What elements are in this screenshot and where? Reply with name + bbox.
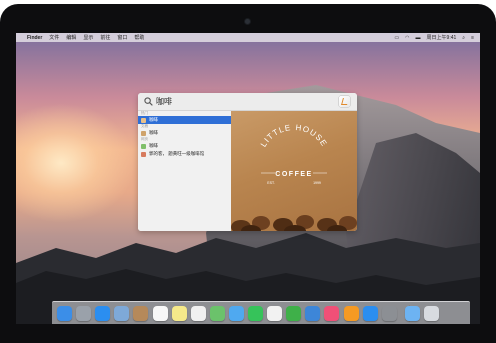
logo-line-2: COFFEE <box>275 171 312 178</box>
ibooks-icon[interactable] <box>343 306 359 321</box>
spotlight-preview-pane: LITTLE HOUSE COFFEE EST. 1999 <box>231 111 357 231</box>
logo-line-1: LITTLE HOUSE <box>259 123 328 149</box>
menu-app-name[interactable]: Finder <box>27 35 42 41</box>
result-label: 咖啡 <box>149 130 158 135</box>
reminders-icon[interactable] <box>190 306 206 321</box>
spotlight-search-input[interactable] <box>156 97 316 106</box>
mail-icon[interactable] <box>114 306 130 321</box>
notification-center-icon[interactable]: ≡ <box>471 35 474 41</box>
pages-app-icon <box>339 96 350 107</box>
facetime-icon[interactable] <box>248 306 263 321</box>
keynote-icon[interactable] <box>305 306 321 321</box>
notes-icon[interactable] <box>171 306 187 321</box>
result-row-selected[interactable]: 咖啡 <box>138 116 231 124</box>
macbook-frame: Finder 文件 编辑 显示 前往 窗口 帮助 ▭ ◠ ▬ 周日上午9:41 … <box>0 4 496 343</box>
coffee-beans-image <box>231 215 357 231</box>
globe-icon <box>141 143 146 149</box>
photos-icon[interactable] <box>267 306 283 321</box>
macbook-bottom-bezel <box>0 324 496 343</box>
menubar-clock[interactable]: 周日上午9:41 <box>427 34 457 41</box>
document-icon <box>141 117 146 123</box>
spotlight-window: 热门 咖啡 文稿 咖啡 网页 咖啡 郭的客， 题黄旺一级咖啡馆 <box>138 93 357 231</box>
menu-help[interactable]: 帮助 <box>134 34 144 41</box>
maps-icon[interactable] <box>209 306 225 321</box>
document-icon <box>141 130 146 136</box>
svg-text:LITTLE HOUSE: LITTLE HOUSE <box>259 123 329 149</box>
launchpad-icon[interactable] <box>76 306 92 321</box>
dock <box>52 301 470 324</box>
menu-go[interactable]: 前往 <box>100 34 110 41</box>
desktop-screen: Finder 文件 编辑 显示 前往 窗口 帮助 ▭ ◠ ▬ 周日上午9:41 … <box>16 33 480 324</box>
calendar-icon[interactable] <box>152 306 168 321</box>
spotlight-results-list: 热门 咖啡 文稿 咖啡 网页 咖啡 郭的客， 题黄旺一级咖啡馆 <box>138 111 231 231</box>
battery-icon[interactable]: ▬ <box>416 35 421 41</box>
contacts-icon[interactable] <box>133 306 149 321</box>
system-preferences-icon[interactable] <box>381 306 397 321</box>
menu-view[interactable]: 显示 <box>83 34 93 41</box>
map-pin-icon <box>141 151 146 157</box>
result-row[interactable]: 咖啡 <box>138 129 231 137</box>
menu-window[interactable]: 窗口 <box>117 34 127 41</box>
menu-edit[interactable]: 编辑 <box>66 34 76 41</box>
search-icon <box>144 97 153 106</box>
menu-bar: Finder 文件 编辑 显示 前往 窗口 帮助 ▭ ◠ ▬ 周日上午9:41 … <box>16 33 480 42</box>
result-row[interactable]: 咖啡 <box>138 142 231 150</box>
airplay-icon[interactable]: ▭ <box>394 35 399 41</box>
logo-left-text: EST. <box>267 181 275 185</box>
result-label: 咖啡 <box>149 143 158 148</box>
itunes-icon[interactable] <box>324 306 340 321</box>
spotlight-menu-icon[interactable]: ⌕ <box>462 35 465 41</box>
wifi-icon[interactable]: ◠ <box>405 35 409 41</box>
menu-file[interactable]: 文件 <box>49 34 59 41</box>
messages-icon[interactable] <box>228 306 244 321</box>
result-label: 咖啡 <box>149 117 158 122</box>
trash-icon[interactable] <box>423 306 439 321</box>
result-row[interactable]: 郭的客， 题黄旺一级咖啡馆 <box>138 150 231 158</box>
safari-icon[interactable] <box>95 306 111 321</box>
downloads-folder-icon[interactable] <box>404 306 420 321</box>
camera-icon <box>245 19 250 24</box>
numbers-icon[interactable] <box>286 306 302 321</box>
logo-right-text: 1999 <box>313 181 321 185</box>
result-label: 郭的客， 题黄旺一级咖啡馆 <box>149 151 205 156</box>
finder-icon[interactable] <box>57 306 72 321</box>
menubar-status-area: ▭ ◠ ▬ 周日上午9:41 ⌕ ≡ <box>394 34 474 42</box>
appstore-icon[interactable] <box>362 306 378 321</box>
spotlight-search-bar <box>138 93 357 111</box>
